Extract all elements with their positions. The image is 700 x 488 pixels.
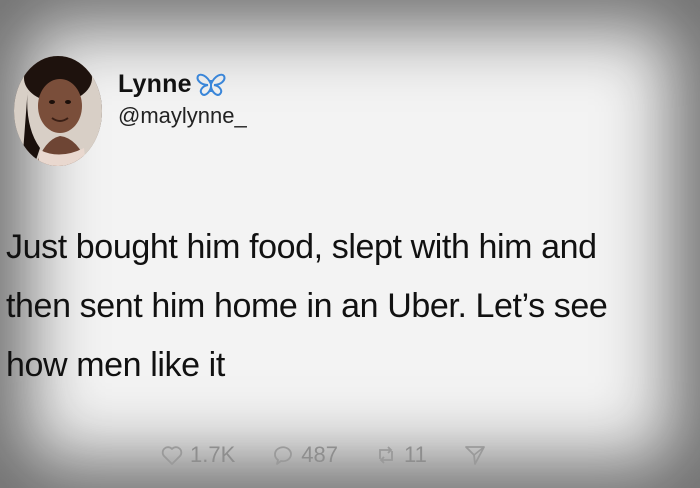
tweet-line: then sent him home in an Uber. Let’s see (6, 287, 608, 325)
user-info: Lynne @maylynne_ (118, 70, 247, 129)
retweet-button[interactable]: 11 (374, 442, 427, 468)
tweet-card: Lynne @maylynne_ Just bought him food, s… (0, 0, 700, 488)
avatar-image (14, 56, 102, 166)
tweet-header: Lynne @maylynne_ (14, 52, 414, 172)
retweet-icon (379, 446, 393, 464)
reply-button[interactable]: 487 (271, 442, 338, 468)
comment-icon (274, 446, 293, 465)
tweet-line: how men like it (6, 346, 225, 384)
like-button[interactable]: 1.7K (160, 442, 235, 468)
share-icon (464, 446, 485, 465)
share-button[interactable] (463, 443, 487, 467)
display-name-row: Lynne (118, 70, 247, 99)
avatar[interactable] (14, 56, 102, 166)
heart-icon (161, 446, 183, 465)
retweet-count: 11 (403, 442, 427, 467)
tweet-line: Just bought him food, slept with him and (6, 228, 597, 266)
tweet-text: Just bought him food, slept with him and… (6, 218, 686, 395)
butterfly-icon (196, 72, 226, 98)
like-count: 1.7K (190, 442, 236, 467)
display-name[interactable]: Lynne (118, 70, 192, 99)
tweet-actions: 1.7K 487 11 (160, 438, 487, 472)
user-handle[interactable]: @maylynne_ (118, 103, 247, 129)
reply-count: 487 (301, 442, 338, 467)
